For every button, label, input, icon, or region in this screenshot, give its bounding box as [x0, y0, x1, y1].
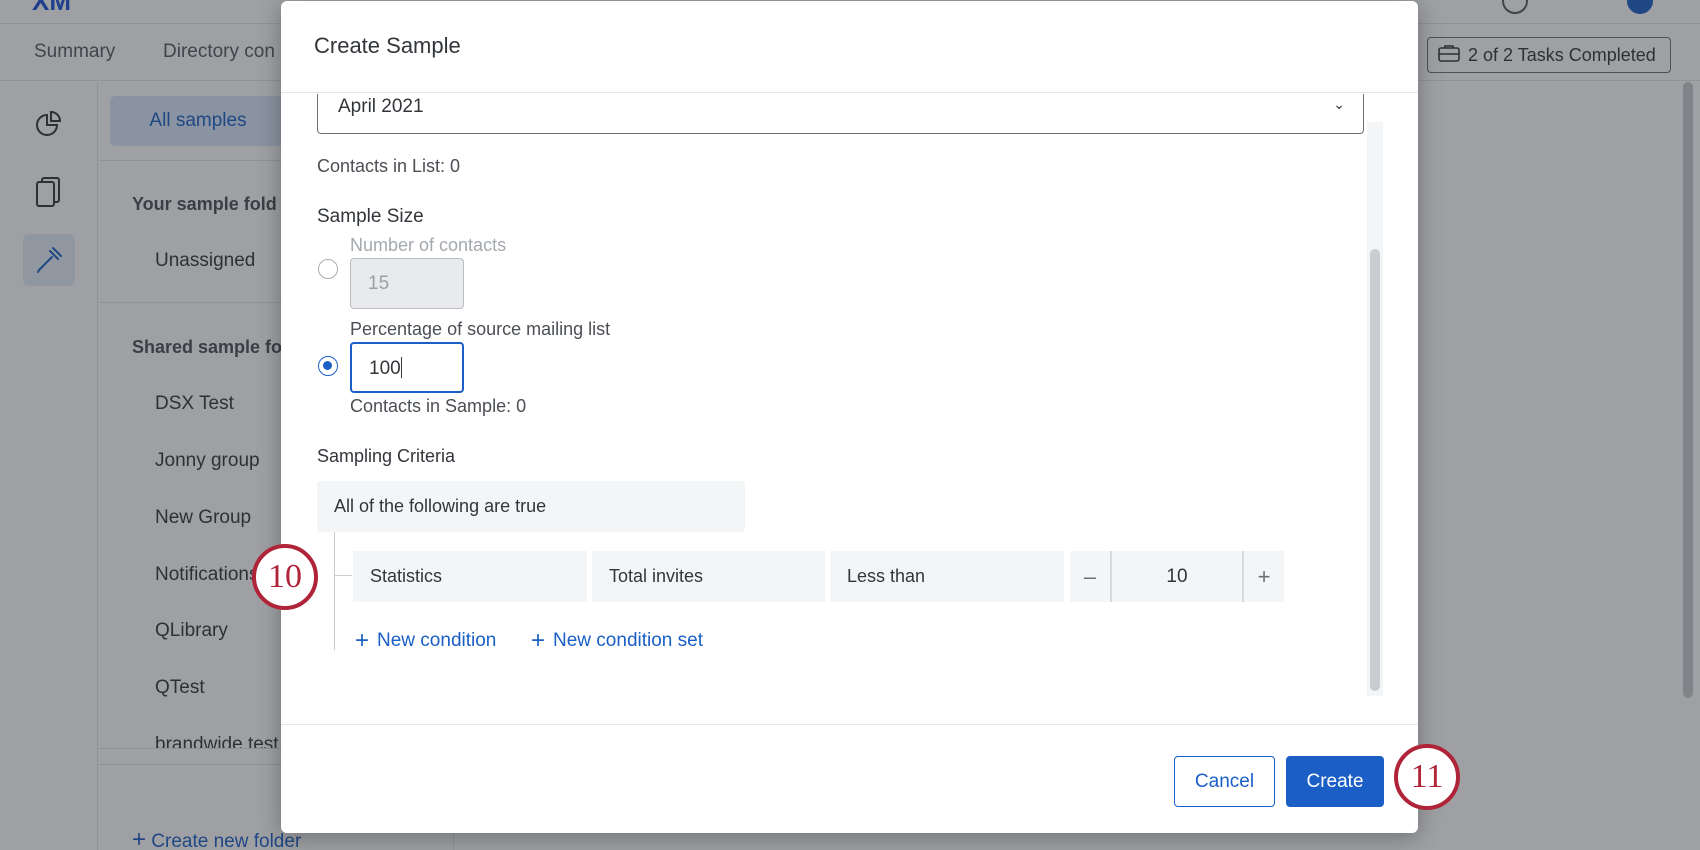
criteria-tree-line	[334, 532, 335, 650]
create-button[interactable]: Create	[1286, 756, 1384, 807]
percentage-radio[interactable]	[318, 356, 338, 376]
percentage-value: 100	[369, 358, 401, 379]
plus-icon: +	[355, 627, 370, 654]
chevron-down-icon: ⌄	[1333, 96, 1345, 112]
condition-field-select[interactable]: Statistics	[353, 551, 587, 602]
step-callout-11: 11	[1394, 744, 1460, 810]
cancel-button[interactable]: Cancel	[1174, 756, 1275, 807]
new-condition-button[interactable]: + New condition	[355, 629, 496, 653]
number-of-contacts-radio[interactable]	[318, 259, 338, 279]
condition-value-stepper: – 10 +	[1070, 551, 1284, 602]
condition-operator-select[interactable]: Less than	[830, 551, 1064, 602]
number-of-contacts-input[interactable]: 15	[350, 258, 464, 309]
new-condition-set-button[interactable]: + New condition set	[531, 629, 703, 653]
criteria-tree-branch	[334, 575, 352, 576]
dialog-header: Create Sample	[281, 1, 1418, 93]
condition-metric-select[interactable]: Total invites	[592, 551, 825, 602]
dialog-title: Create Sample	[314, 33, 461, 58]
minus-icon[interactable]: –	[1070, 551, 1110, 602]
dialog-scrollbar[interactable]	[1370, 249, 1380, 691]
dialog-footer: Cancel Create	[281, 724, 1418, 833]
percentage-label: Percentage of source mailing list	[350, 319, 611, 339]
contacts-in-sample: Contacts in Sample: 0	[350, 396, 527, 416]
sample-size-title: Sample Size	[317, 206, 424, 227]
plus-icon: +	[531, 627, 546, 654]
new-condition-label: New condition	[377, 630, 497, 651]
source-list-select[interactable]: April 2021 ⌄	[317, 94, 1364, 134]
condition-value-input[interactable]: 10	[1110, 551, 1244, 602]
contacts-in-list: Contacts in List: 0	[317, 156, 461, 176]
create-sample-dialog: Create Sample April 2021 ⌄ Contacts in L…	[281, 1, 1418, 833]
sampling-criteria-title: Sampling Criteria	[317, 446, 456, 466]
number-of-contacts-label: Number of contacts	[350, 235, 507, 255]
criteria-logic-header[interactable]: All of the following are true	[317, 481, 745, 532]
source-list-value: April 2021	[338, 96, 424, 117]
step-callout-10: 10	[252, 544, 318, 610]
dialog-body: April 2021 ⌄ Contacts in List: 0 Sample …	[281, 94, 1418, 724]
percentage-input[interactable]: 100	[350, 342, 464, 393]
plus-icon[interactable]: +	[1244, 551, 1284, 602]
new-condition-set-label: New condition set	[553, 630, 703, 651]
text-caret	[400, 357, 403, 378]
